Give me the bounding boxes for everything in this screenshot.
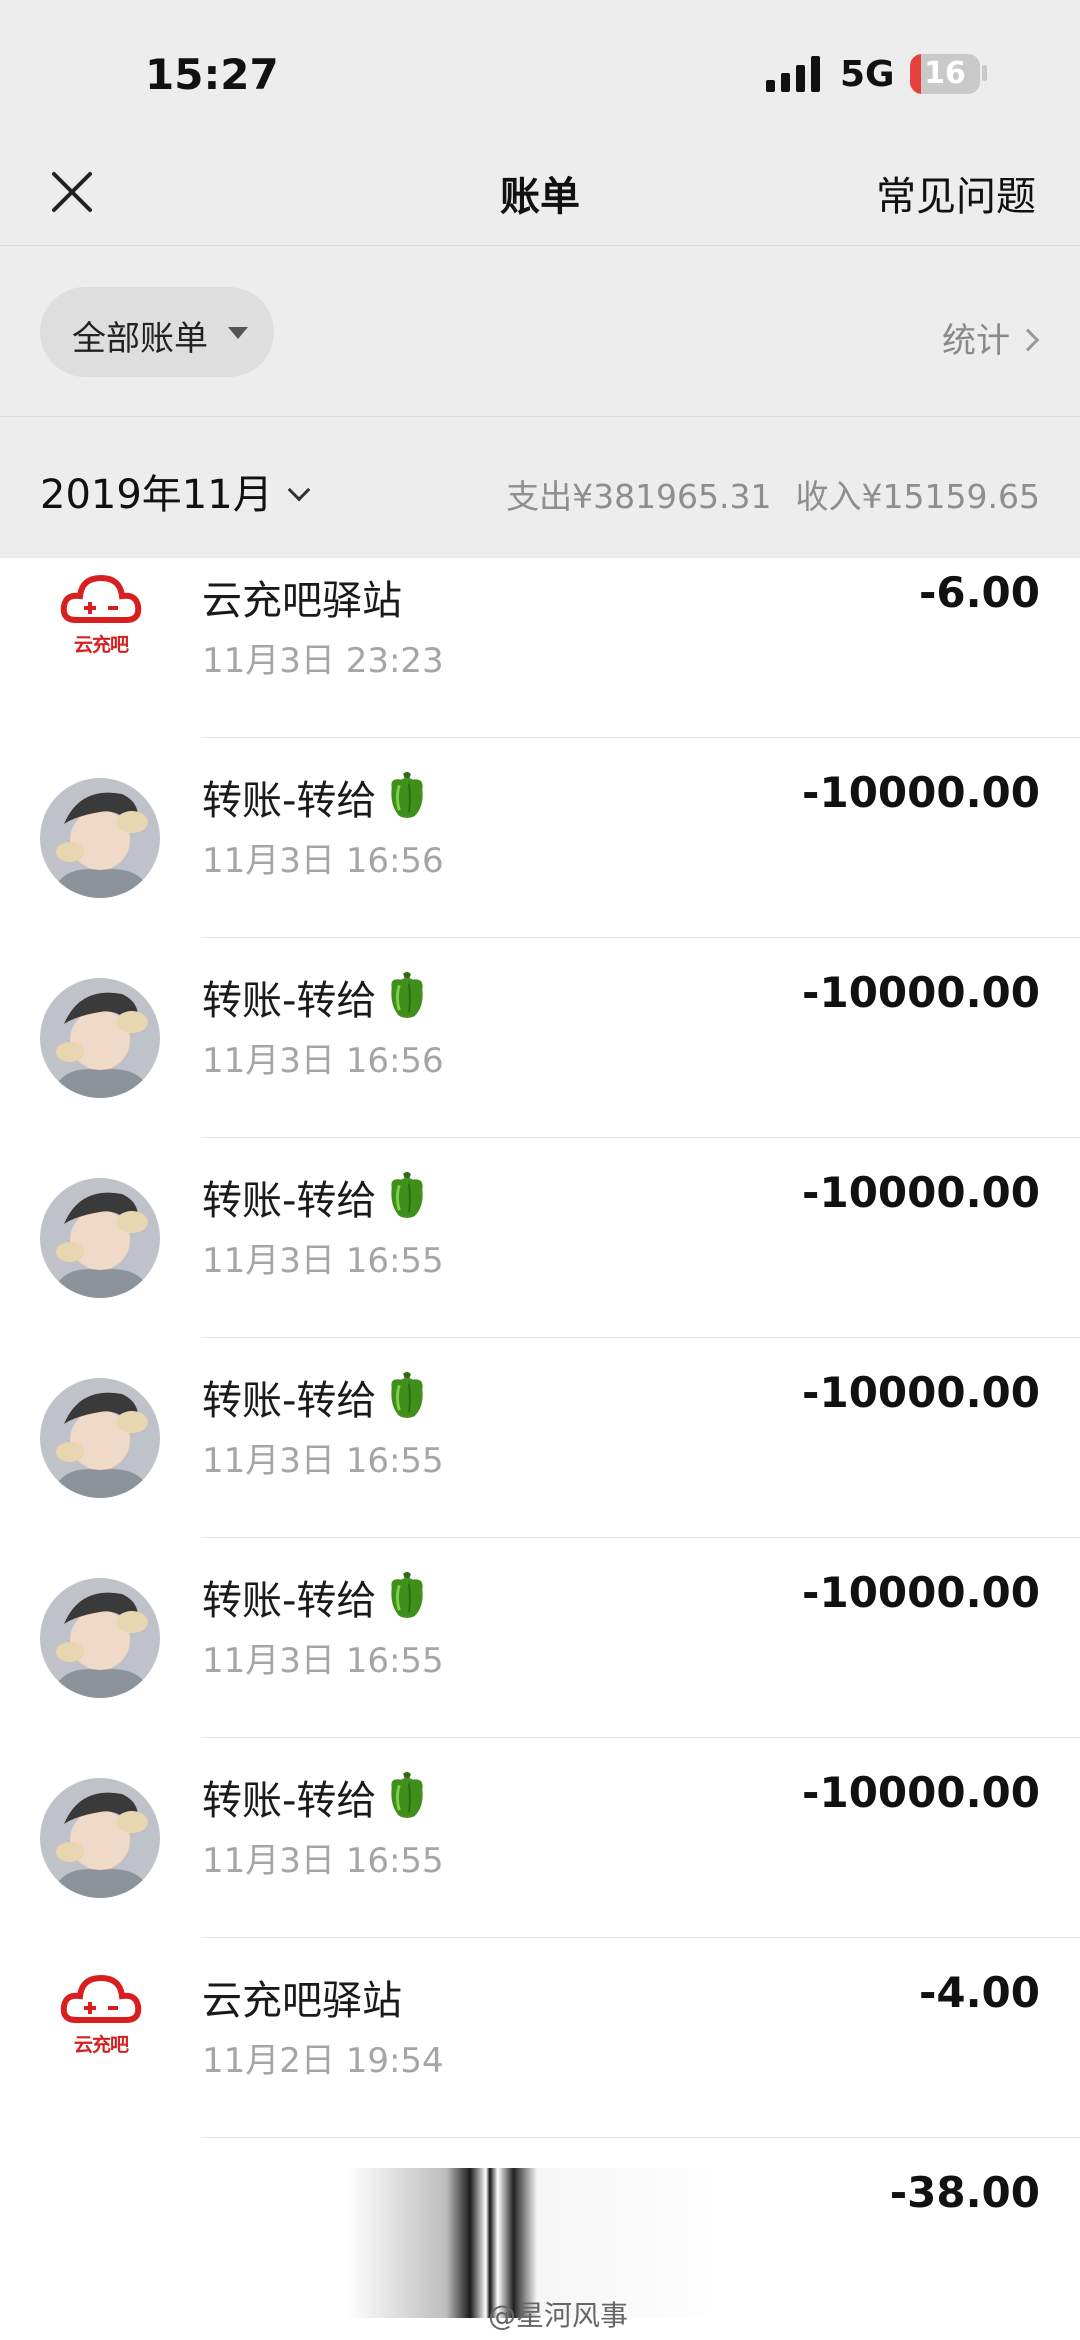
status-time: 15:27 (145, 50, 279, 99)
avatar (40, 1778, 160, 1898)
bill-title: 转账-转给 (202, 1768, 430, 1826)
avatar (40, 778, 160, 898)
chevron-down-icon (287, 478, 311, 502)
month-expense: 支出¥381965.31 (506, 477, 772, 516)
bill-time: 11月2日 19:54 (202, 2041, 444, 2081)
bill-row[interactable]: 云充吧 云充吧驿站 11月3日 23:23 -6.00 (0, 558, 1080, 738)
bill-title-text: 转账-转给 (202, 1378, 377, 1424)
bill-row[interactable]: 转账-转给 11月3日 16:55 -10000.00 (0, 1538, 1080, 1738)
bill-row[interactable]: 转账-转给 11月3日 16:55 -10000.00 (0, 1138, 1080, 1338)
month-income: 收入¥15159.65 (795, 477, 1040, 516)
yunchongba-logo: 云充吧 (56, 568, 146, 658)
bill-row[interactable]: 云充吧 云充吧驿站 11月2日 19:54 -4.00 (0, 1938, 1080, 2138)
bill-title-text: 转账-转给 (202, 778, 377, 824)
battery-cap (982, 65, 987, 81)
month-selector[interactable]: 2019年11月 (40, 462, 311, 520)
bill-title-text: 转账-转给 (202, 1578, 377, 1624)
bill-title: 转账-转给 (202, 768, 430, 826)
bill-amount: -4.00 (918, 1968, 1040, 2017)
bill-title-text: 转账-转给 (202, 1178, 377, 1224)
bill-title: 转账-转给 (202, 1368, 430, 1426)
bill-time: 11月3日 16:55 (202, 1641, 444, 1681)
avatar (40, 978, 160, 1098)
bill-time: 11月3日 16:55 (202, 1441, 444, 1481)
month-totals: 支出¥381965.31 收入¥15159.65 (506, 470, 1040, 518)
bill-title: 转账-转给 (202, 968, 430, 1026)
watermark: @星河风事 (488, 2299, 629, 2332)
pepper-icon (391, 1371, 424, 1418)
yunchongba-logo: 云充吧 (56, 1968, 146, 2058)
bill-filter-dropdown[interactable]: 全部账单 (40, 287, 274, 377)
caret-down-icon (228, 327, 248, 339)
month-summary-bar: 2019年11月 支出¥381965.31 收入¥15159.65 (0, 418, 1080, 558)
bill-title: 转账-转给 (202, 1568, 430, 1626)
avatar (40, 1378, 160, 1498)
bill-filter-label: 全部账单 (72, 319, 208, 359)
status-bar: 15:27 5G 16 (0, 0, 1080, 150)
faq-link[interactable]: 常见问题 (876, 164, 1036, 222)
battery-label: 16 (924, 56, 966, 91)
battery-icon: 16 (910, 54, 980, 94)
pepper-icon (391, 1771, 424, 1818)
stats-link[interactable]: 统计 (942, 313, 1040, 362)
pepper-icon (391, 1571, 424, 1618)
bill-title-text: 转账-转给 (202, 978, 377, 1024)
stats-label: 统计 (942, 321, 1010, 361)
bill-amount: -10000.00 (802, 1368, 1040, 1417)
pepper-icon (391, 971, 424, 1018)
filter-bar: 全部账单 统计 (0, 247, 1080, 417)
bill-amount: -10000.00 (802, 968, 1040, 1017)
bill-amount: -10000.00 (802, 1768, 1040, 1817)
bill-title-text: 云充吧驿站 (202, 578, 402, 624)
bill-row[interactable]: 转账-转给 11月3日 16:56 -10000.00 (0, 938, 1080, 1138)
bill-time: 11月3日 16:55 (202, 1841, 444, 1881)
network-label: 5G (840, 54, 895, 95)
bill-title-text: 云充吧驿站 (202, 1978, 402, 2024)
avatar (40, 1178, 160, 1298)
bill-amount: -38.00 (889, 2168, 1040, 2217)
bill-title: 转账-转给 (202, 1168, 430, 1226)
signal-icon (766, 56, 820, 92)
bill-row[interactable]: 转账-转给 11月3日 16:55 -10000.00 (0, 1338, 1080, 1538)
bill-time: 11月3日 23:23 (202, 641, 444, 681)
bill-row[interactable]: 转账-转给 11月3日 16:55 -10000.00 (0, 1738, 1080, 1938)
bill-title-text: 转账-转给 (202, 1778, 377, 1824)
pepper-icon (391, 1171, 424, 1218)
bill-amount: -10000.00 (802, 1168, 1040, 1217)
avatar (40, 1578, 160, 1698)
nav-bar: 账单 常见问题 (0, 150, 1080, 246)
bill-list: 云充吧 云充吧驿站 11月3日 23:23 -6.00 转账-转给 11月3日 16:56… (0, 558, 1080, 2340)
merchant-logo-text: 云充吧 (73, 2034, 129, 2056)
month-label: 2019年11月 (40, 472, 273, 518)
bill-amount: -10000.00 (802, 768, 1040, 817)
bill-amount: -6.00 (918, 568, 1040, 617)
bill-time: 11月3日 16:56 (202, 841, 444, 881)
bill-amount: -10000.00 (802, 1568, 1040, 1617)
bill-title: 云充吧驿站 (202, 1968, 402, 2026)
pepper-icon (391, 771, 424, 818)
bill-row[interactable]: 转账-转给 11月3日 16:56 -10000.00 (0, 738, 1080, 938)
merchant-logo-text: 云充吧 (73, 634, 129, 656)
bill-title: 云充吧驿站 (202, 568, 402, 626)
bill-time: 11月3日 16:56 (202, 1041, 444, 1081)
bill-time: 11月3日 16:55 (202, 1241, 444, 1281)
chevron-right-icon (1016, 328, 1040, 352)
